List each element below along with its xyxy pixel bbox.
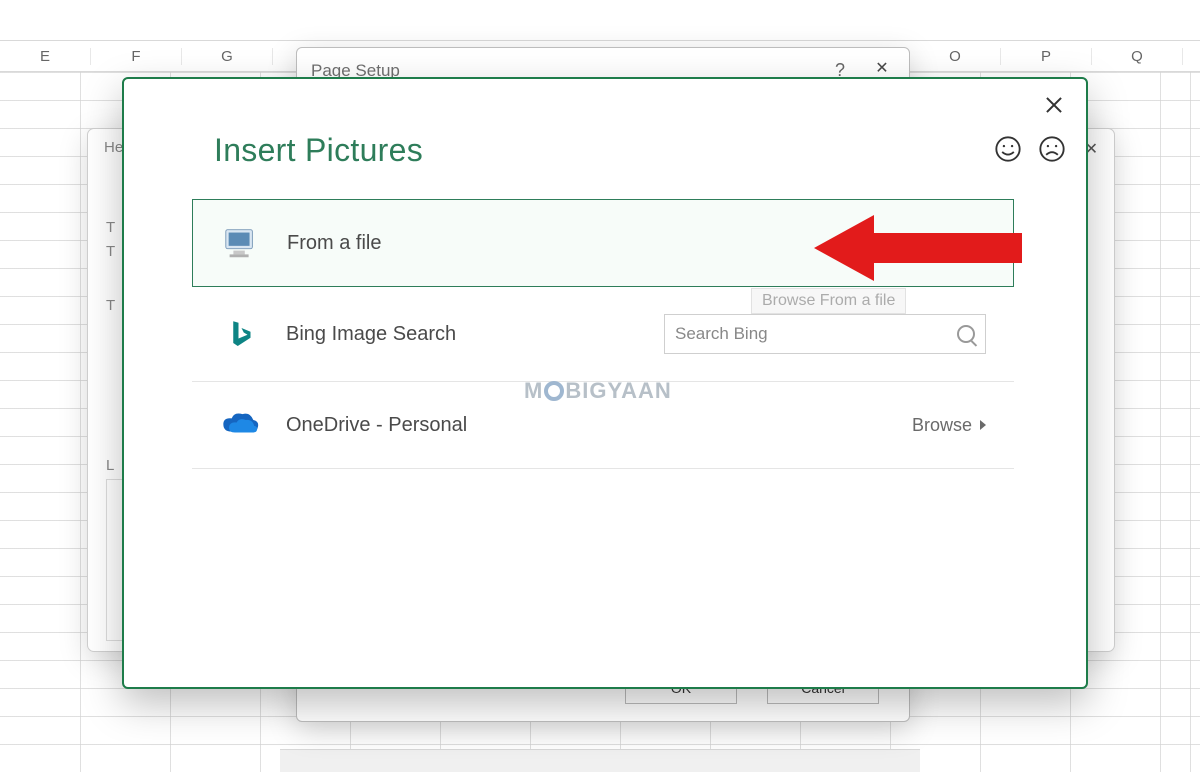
col-header[interactable]: G	[182, 48, 273, 65]
header-text-fragment: T	[106, 243, 115, 260]
search-icon	[957, 325, 975, 343]
browse-button[interactable]: Browse	[906, 233, 985, 254]
header-text-fragment: T	[106, 297, 115, 314]
bing-icon	[220, 314, 260, 354]
col-header[interactable]: P	[1001, 48, 1092, 65]
close-icon[interactable]: ✕	[867, 58, 897, 78]
dialog-title: Insert Pictures	[214, 132, 423, 169]
feedback-smile-icon[interactable]	[994, 135, 1022, 163]
formula-bar-area	[0, 0, 1200, 40]
browse-label: Browse	[912, 415, 972, 436]
chevron-right-icon	[980, 420, 986, 430]
option-label: Bing Image Search	[286, 323, 664, 346]
feedback-frown-icon[interactable]	[1038, 135, 1066, 163]
watermark: MBIGYAAN	[524, 378, 672, 404]
col-header[interactable]: F	[91, 48, 182, 65]
option-label: From a file	[287, 232, 906, 255]
browse-button[interactable]: Browse	[912, 415, 986, 436]
tooltip: Browse From a file	[751, 288, 906, 314]
col-header[interactable]: Q	[1092, 48, 1183, 65]
horizontal-scrollbar[interactable]	[280, 749, 920, 772]
header-label-fragment: L	[106, 457, 114, 474]
bing-search-input[interactable]: Search Bing	[664, 314, 986, 354]
header-dialog-title: He	[104, 139, 123, 156]
onedrive-icon	[220, 405, 260, 445]
option-label: OneDrive - Personal	[286, 414, 912, 437]
option-from-file[interactable]: From a file Browse	[192, 199, 1014, 287]
header-text-fragment: T	[106, 219, 115, 236]
browse-label: Browse	[906, 233, 971, 254]
col-header[interactable]: O	[910, 48, 1001, 65]
close-icon[interactable]	[1042, 93, 1066, 117]
col-header[interactable]: R	[1183, 48, 1200, 65]
insert-pictures-dialog: Insert Pictures From	[122, 77, 1088, 689]
col-header[interactable]: E	[0, 48, 91, 65]
chevron-right-icon	[979, 238, 985, 248]
search-placeholder: Search Bing	[675, 324, 768, 344]
computer-icon	[221, 223, 261, 263]
